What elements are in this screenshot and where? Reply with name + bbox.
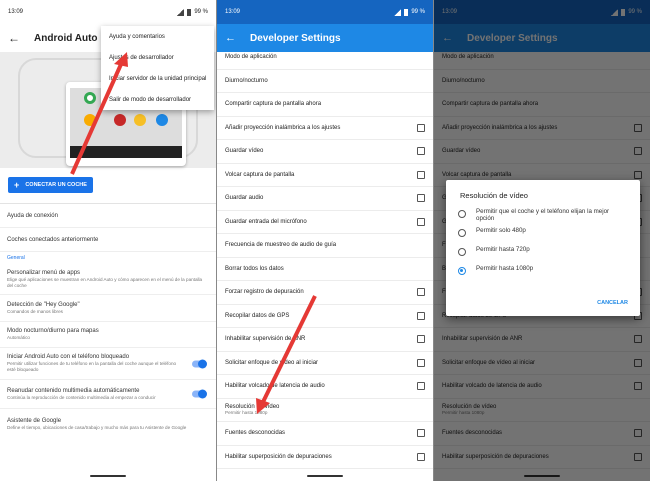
developer-settings-panel: 13:09 99 % ← Developer Settings Modo de …	[217, 0, 433, 481]
radio-option-480p[interactable]: Permitir solo 480p	[446, 225, 640, 244]
radio-button-selected[interactable]	[458, 267, 466, 275]
radio-button[interactable]	[458, 248, 466, 256]
radio-option-auto[interactable]: Permitir que el coche y el teléfono elij…	[446, 206, 640, 225]
radio-option-label: Permitir hasta 1080p	[476, 265, 534, 272]
cancel-button[interactable]: CANCELAR	[597, 300, 628, 306]
video-resolution-dialog: Resolución de vídeo Permitir que el coch…	[446, 180, 640, 316]
dialog-title: Resolución de vídeo	[460, 191, 528, 200]
radio-button[interactable]	[458, 229, 466, 237]
radio-option-label: Permitir solo 480p	[476, 227, 526, 234]
red-arrow-annotation	[256, 295, 317, 414]
radio-option-label: Permitir hasta 720p	[476, 246, 530, 253]
red-arrow-annotation	[70, 52, 128, 175]
radio-button[interactable]	[458, 210, 466, 218]
radio-option-1080p[interactable]: Permitir hasta 1080p	[446, 263, 640, 282]
radio-option-label: Permitir que el coche y el teléfono elij…	[476, 208, 610, 222]
android-auto-panel: 13:09 99 % ← Android Auto Ayuda y coment…	[0, 0, 216, 481]
video-resolution-panel: 13:09 99 % ← Developer Settings Modo de …	[434, 0, 650, 481]
radio-option-720p[interactable]: Permitir hasta 720p	[446, 244, 640, 263]
